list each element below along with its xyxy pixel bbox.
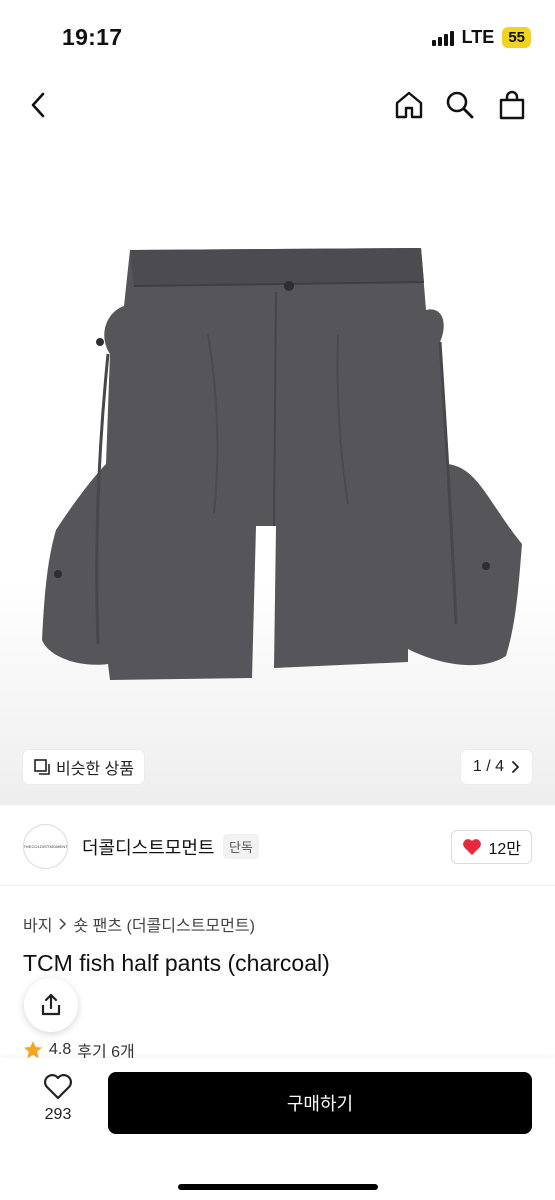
similar-products-label: 비슷한 상품 [56, 761, 135, 778]
status-bar: 19:17 LTE 55 [0, 0, 555, 70]
bottom-action-bar: 293 구매하기 [0, 1058, 555, 1200]
wishlist-count: 293 [44, 1106, 72, 1123]
back-button[interactable] [22, 88, 56, 122]
brand-like-button[interactable]: 12만 [451, 830, 532, 864]
buy-button[interactable]: 구매하기 [108, 1072, 532, 1134]
share-icon [41, 993, 61, 1016]
chevron-left-icon [31, 92, 45, 118]
cart-button[interactable] [495, 88, 529, 122]
battery-badge: 55 [502, 27, 531, 48]
breadcrumb-subcategory[interactable]: 숏 팬츠 (더콜디스트모먼트) [73, 912, 254, 936]
top-nav [0, 80, 555, 130]
signal-icon [431, 30, 454, 46]
home-icon [395, 91, 423, 119]
wishlist-button[interactable]: 293 [28, 1074, 88, 1134]
exclusive-badge: 단독 [223, 834, 259, 859]
status-time: 19:17 [62, 24, 123, 50]
brand-logo[interactable]: THECOLDISTMOMENT [23, 824, 68, 869]
search-icon [446, 91, 474, 119]
breadcrumb: 바지 숏 팬츠 (더콜디스트모먼트) [23, 912, 255, 936]
search-button[interactable] [443, 88, 477, 122]
similar-products-button[interactable]: 비슷한 상품 [23, 750, 145, 784]
home-indicator [178, 1184, 378, 1190]
home-button[interactable] [392, 88, 426, 122]
copy-icon [34, 759, 50, 775]
brand-row[interactable]: THECOLDISTMOMENT 더콜디스트모먼트 단독 12만 [0, 806, 555, 886]
brand-name[interactable]: 더콜디스트모먼트 [82, 834, 214, 860]
heart-outline-icon [44, 1074, 72, 1100]
breadcrumb-category[interactable]: 바지 [23, 912, 52, 936]
brand-like-count: 12만 [488, 841, 521, 858]
status-indicators: LTE 55 [431, 27, 531, 48]
heart-filled-icon [463, 839, 482, 855]
chevron-right-icon [512, 761, 519, 773]
gallery-page-indicator[interactable]: 1 / 4 [460, 750, 532, 784]
page-indicator-text: 1 / 4 [472, 758, 504, 775]
chevron-right-icon [59, 918, 67, 930]
shopping-bag-icon [499, 90, 525, 120]
product-title: TCM fish half pants (charcoal) [23, 950, 330, 976]
rating-value: 4.8 [49, 1041, 72, 1058]
product-gallery[interactable]: 19:17 LTE 55 비슷한 상품 1 / 4 [0, 0, 555, 805]
share-button[interactable] [24, 978, 78, 1032]
product-image [42, 248, 522, 680]
star-icon [24, 1041, 42, 1059]
network-label: LTE [461, 27, 495, 47]
